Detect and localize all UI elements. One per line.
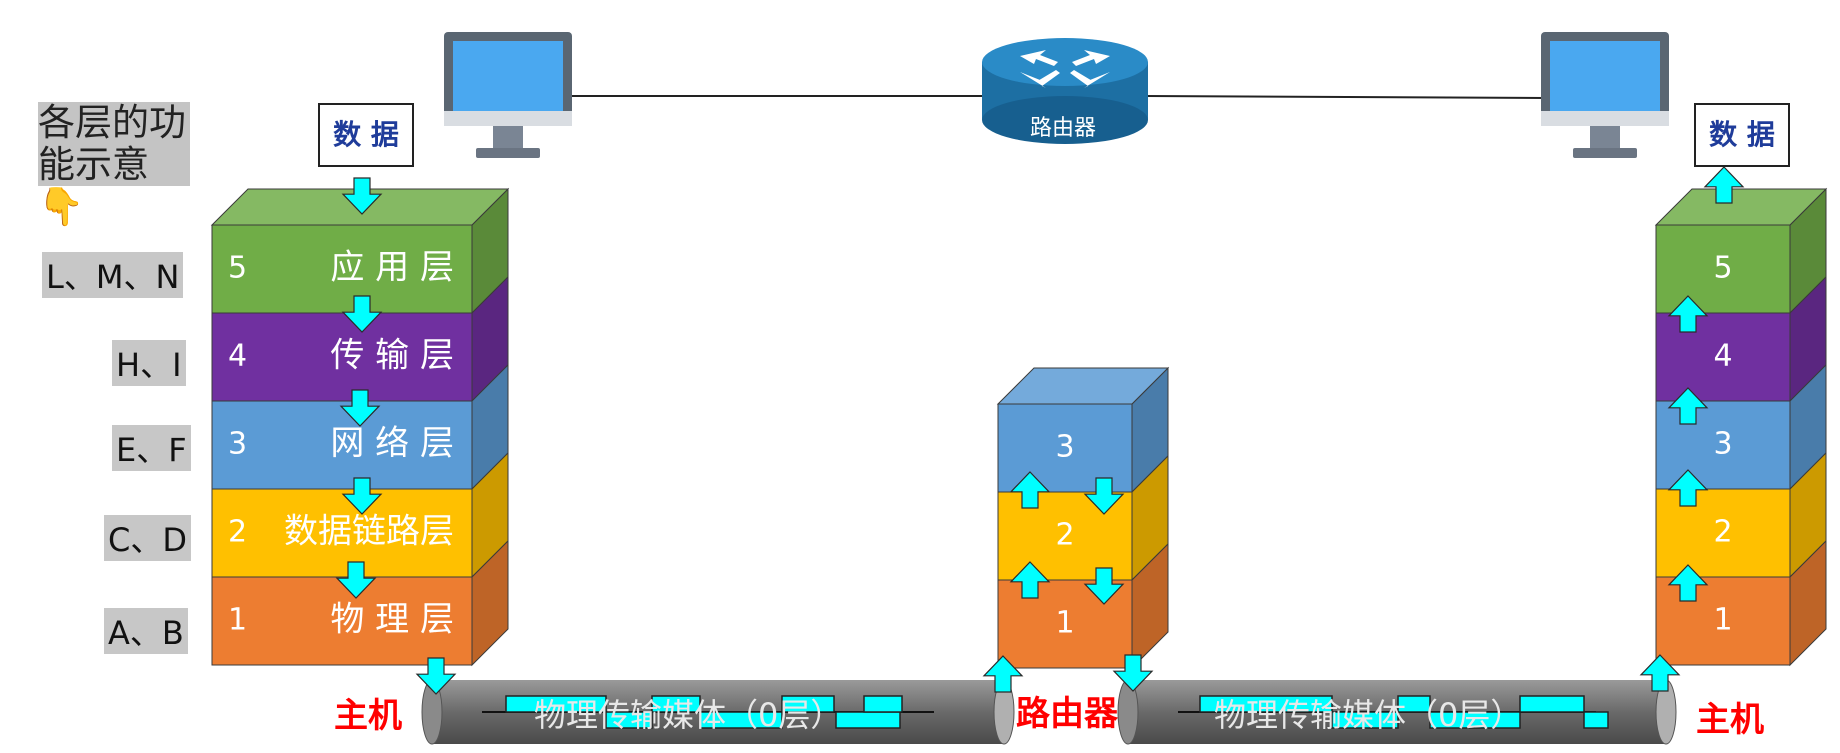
down-arrow-l4-to-l3: [339, 389, 381, 427]
router-layer-num-3: 3: [1055, 430, 1074, 465]
up-arrow-q2-to-q3: [1667, 469, 1709, 507]
left-layer-num-2: 2: [228, 515, 247, 550]
up-arrow-r1-to-r2: [1009, 561, 1051, 599]
left-layer-4: 4 传 输 层: [211, 275, 509, 403]
down-arrow-l2-to-l1: [335, 561, 377, 599]
right-layer-num-1: 1: [1713, 603, 1732, 638]
left-layer-num-4: 4: [228, 339, 247, 374]
medium-right-label: 物理传输媒体（0层）: [1214, 696, 1523, 734]
left-layer-name-1: 物 理 层: [330, 600, 454, 640]
down-arrow-data-to-l5: [341, 177, 383, 215]
up-arrow-q3-to-q4: [1667, 387, 1709, 425]
data-box-right: 数 据: [1694, 103, 1790, 167]
layer-tag-2: C、D: [104, 515, 191, 561]
right-layer-2: 2: [1655, 451, 1827, 579]
data-box-left-label: 数 据: [333, 118, 399, 151]
host-right-label: 主机: [1696, 700, 1764, 740]
left-layer-num-1: 1: [228, 603, 247, 638]
network-layers-diagram: 各层的功能示意👇 数 据 数 据 L、M、N H、I E、F C、D A、B 主…: [0, 0, 1840, 753]
down-arrow-r2-to-r1: [1083, 567, 1125, 605]
right-layer-num-4: 4: [1713, 339, 1732, 374]
right-layer-5: 5: [1654, 187, 1828, 315]
up-arrow-q5-to-data: [1703, 166, 1745, 204]
up-arrow-r2-to-r3: [1009, 471, 1051, 509]
left-layer-1: 1 物 理 层: [211, 539, 509, 667]
up-arrow-medium-to-host: [1639, 654, 1681, 692]
right-layer-1: 1: [1655, 539, 1827, 667]
down-arrow-r3-to-r2: [1083, 477, 1125, 515]
host-left-label: 主机: [334, 696, 402, 736]
signal-pulse: [1583, 711, 1609, 729]
diagram-title-text: 各层的功能示意👇: [38, 101, 186, 228]
router-layer-2: 2: [997, 454, 1169, 582]
left-layer-name-4: 传 输 层: [330, 336, 454, 376]
right-layer-num-3: 3: [1713, 427, 1732, 462]
router-layer-3: 3: [996, 366, 1170, 494]
layer-tag-4: H、I: [112, 340, 186, 386]
router-layer-1: 1: [997, 542, 1169, 670]
layer-tag-5: L、M、N: [42, 252, 184, 298]
diagram-title: 各层的功能示意👇: [38, 102, 190, 228]
up-arrow-q4-to-q5: [1667, 295, 1709, 333]
router-icon-label: 路由器: [1030, 116, 1097, 141]
diagram-canvas: 5 应 用 层 4 传 输 层 3 网 络 层 2 数据链路层 1 物 理 层 3 2 1 5 4 3 2 1: [210, 32, 1828, 745]
signal-pulse: [835, 711, 901, 729]
data-box-left: 数 据: [318, 103, 414, 167]
right-layer-3: 3: [1655, 363, 1827, 491]
down-arrow-l1-to-medium: [415, 657, 457, 695]
down-arrow-l5-to-l4: [341, 295, 383, 333]
right-layer-4: 4: [1655, 275, 1827, 403]
left-layer-name-5: 应 用 层: [330, 248, 454, 288]
up-arrow-q1-to-q2: [1667, 564, 1709, 602]
router-label: 路由器: [1016, 694, 1118, 734]
right-layer-num-5: 5: [1713, 251, 1732, 286]
left-layer-name-3: 网 络 层: [330, 424, 454, 464]
router-layer-num-2: 2: [1055, 518, 1074, 553]
monitor-right-icon: [1541, 32, 1669, 158]
right-layer-num-2: 2: [1713, 515, 1732, 550]
data-box-right-label: 数 据: [1709, 118, 1775, 151]
signal-pulse: [863, 695, 903, 713]
monitor-left-icon: [444, 32, 572, 158]
down-arrow-l3-to-l2: [341, 477, 383, 515]
left-layer-num-3: 3: [228, 427, 247, 462]
layer-tag-3: E、F: [112, 425, 191, 471]
left-layer-2: 2 数据链路层: [211, 451, 509, 579]
left-layer-5: 5 应 用 层: [210, 187, 510, 315]
layer-tag-1: A、B: [104, 608, 188, 654]
left-layer-name-2: 数据链路层: [284, 512, 454, 552]
signal-pulse: [1519, 695, 1585, 713]
left-layer-num-5: 5: [228, 251, 247, 286]
medium-left-label: 物理传输媒体（0层）: [534, 696, 843, 734]
cable-right: [1144, 95, 1546, 99]
left-layer-3: 3 网 络 层: [211, 363, 509, 491]
router-layer-num-1: 1: [1055, 606, 1074, 641]
down-arrow-router-to-medium: [1112, 654, 1154, 692]
